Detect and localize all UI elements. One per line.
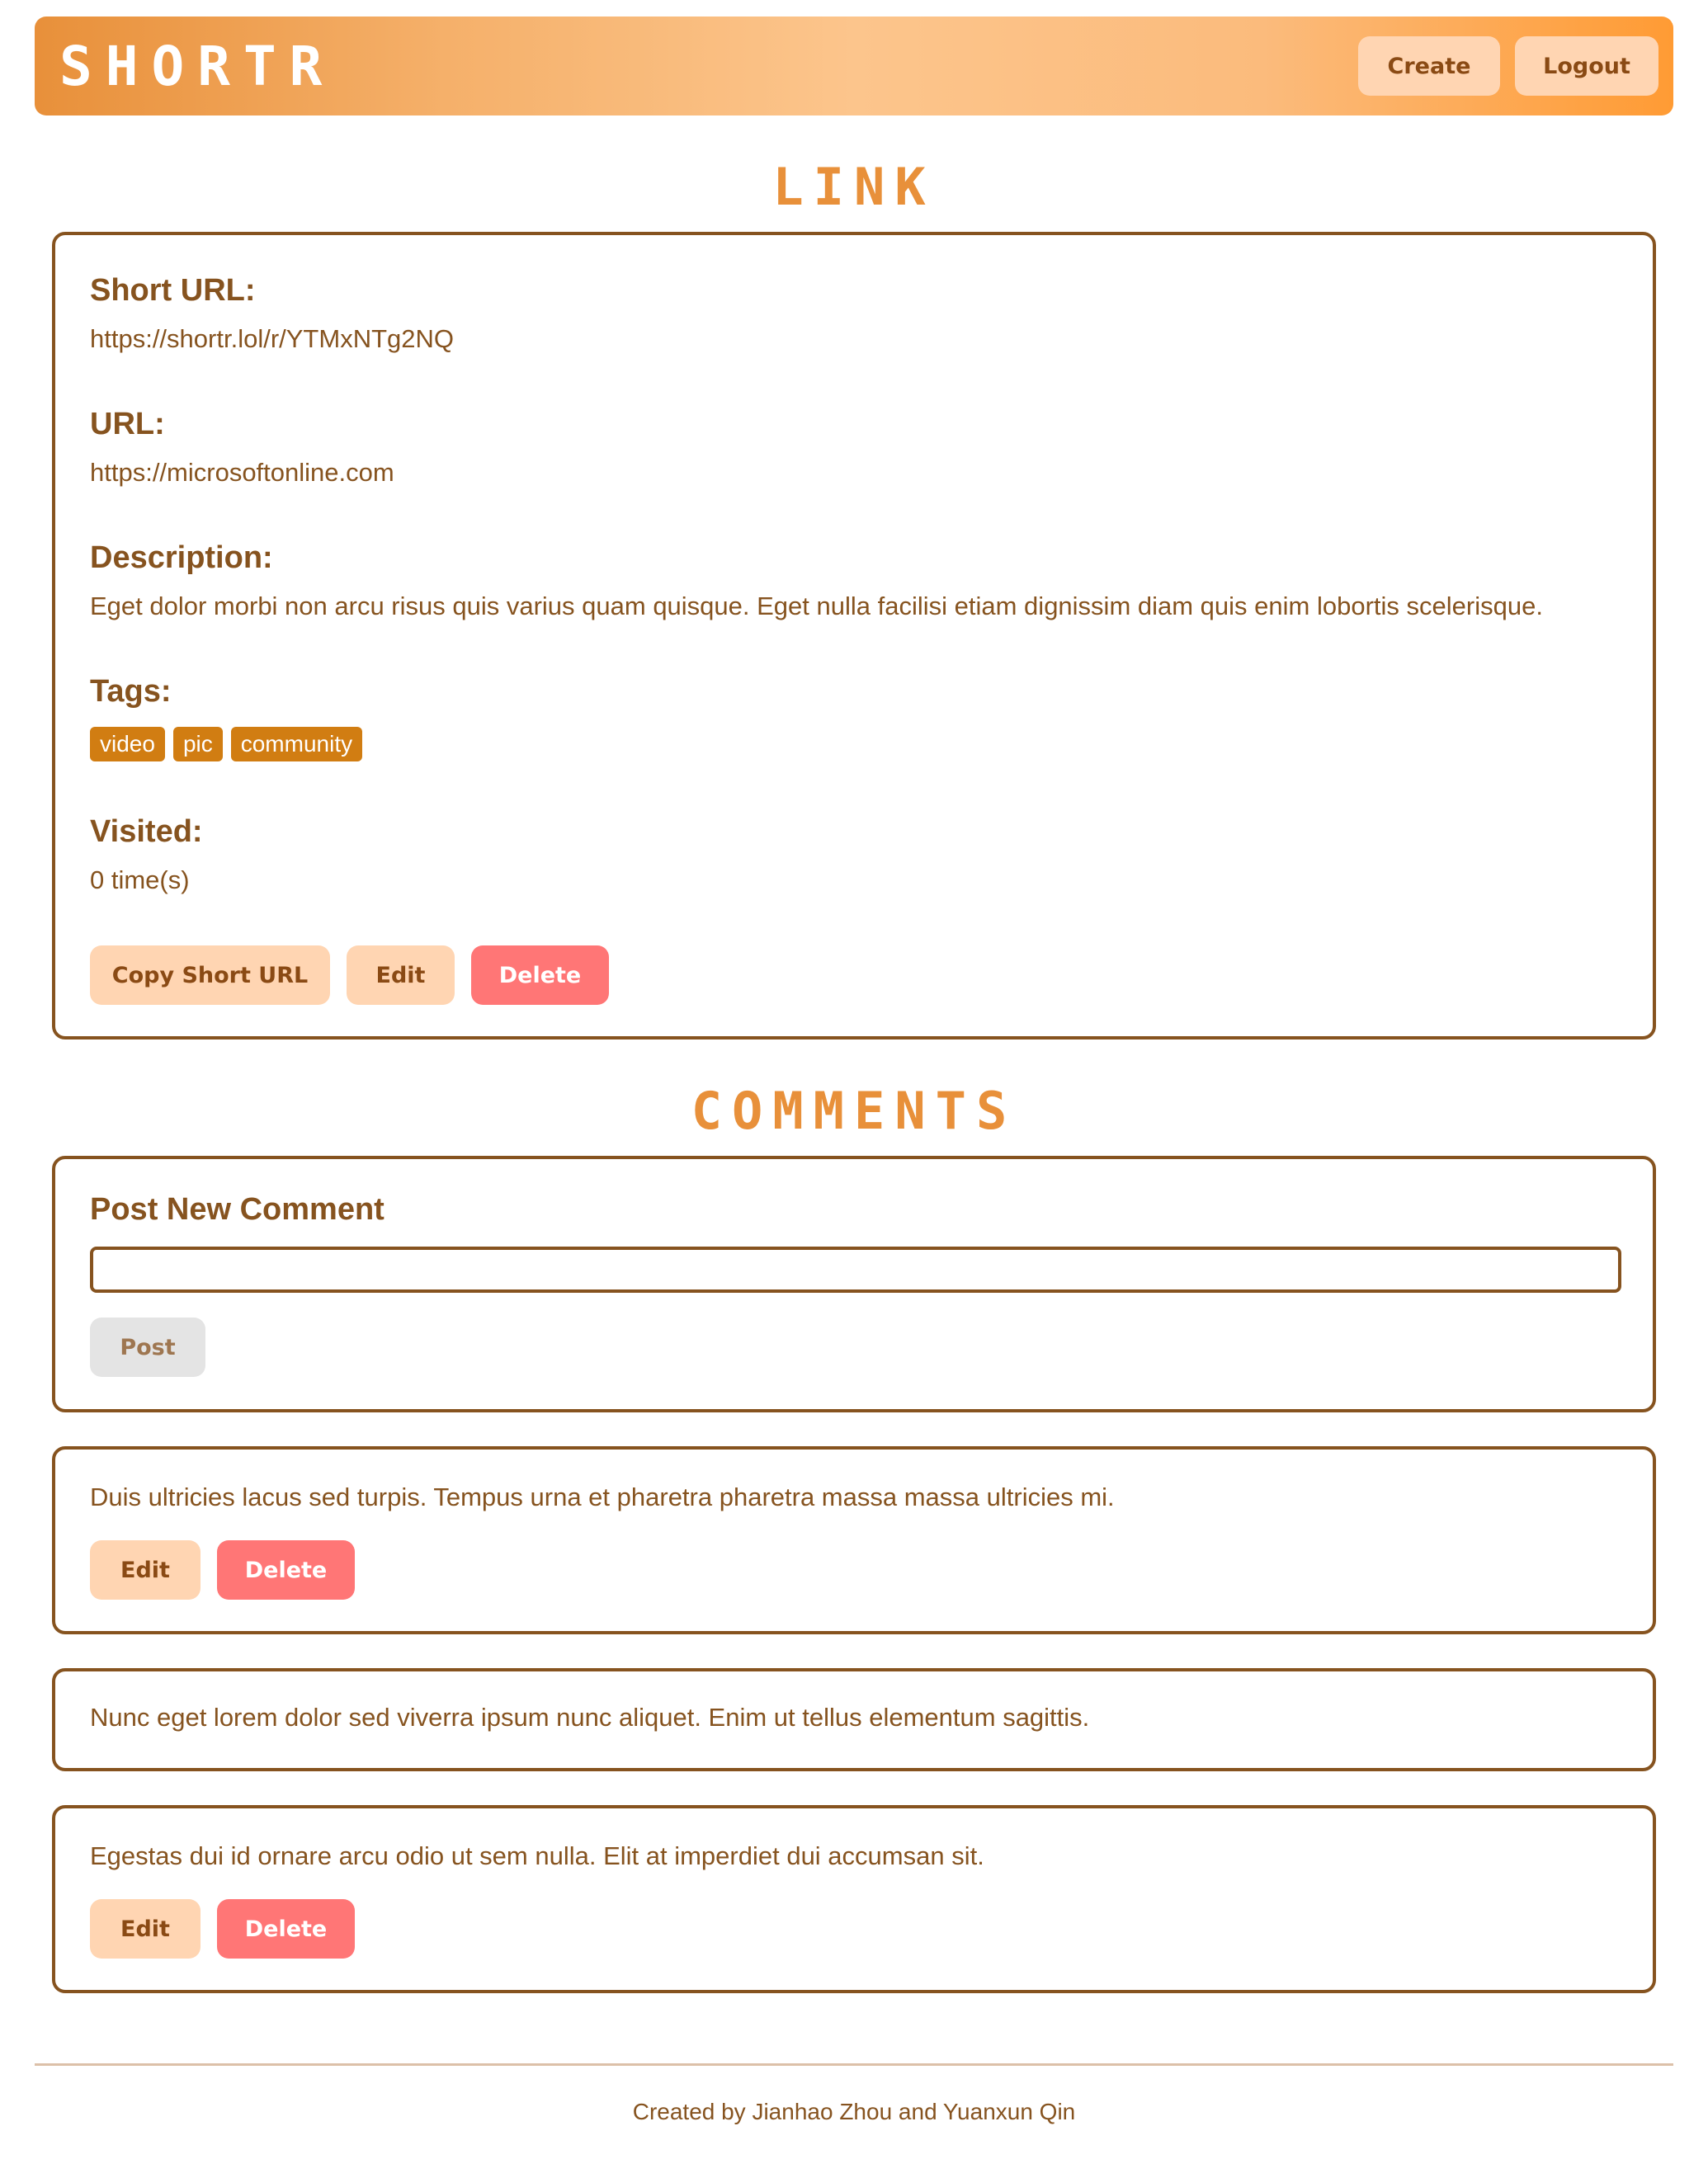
- url-label: URL:: [90, 407, 165, 441]
- edit-comment-button[interactable]: Edit: [90, 1899, 201, 1959]
- description-value: Eget dolor morbi non arcu risus quis var…: [90, 592, 1543, 620]
- link-section-title: LINK: [772, 157, 936, 217]
- footer-divider: [35, 2063, 1673, 2066]
- short-url-value: https://shortr.lol/r/YTMxNTg2NQ: [90, 324, 454, 353]
- comment-item: Duis ultricies lacus sed turpis. Tempus …: [52, 1446, 1656, 1634]
- new-comment-card: Post New Comment Post: [52, 1156, 1656, 1412]
- logout-button[interactable]: Logout: [1515, 36, 1658, 96]
- comment-input[interactable]: [90, 1247, 1621, 1293]
- edit-link-button[interactable]: Edit: [347, 945, 455, 1005]
- delete-comment-button[interactable]: Delete: [217, 1899, 355, 1959]
- edit-comment-button[interactable]: Edit: [90, 1540, 201, 1600]
- app-header: SHORTR Create Logout: [35, 16, 1673, 116]
- visited-label: Visited:: [90, 814, 203, 849]
- copy-short-url-button[interactable]: Copy Short URL: [90, 945, 330, 1005]
- comments-section-title: COMMENTS: [691, 1081, 1017, 1141]
- comment-text: Egestas dui id ornare arcu odio ut sem n…: [90, 1841, 984, 1870]
- comment-text: Nunc eget lorem dolor sed viverra ipsum …: [90, 1703, 1090, 1732]
- short-url-label: Short URL:: [90, 273, 256, 308]
- comment-text: Duis ultricies lacus sed turpis. Tempus …: [90, 1483, 1115, 1511]
- tags-label: Tags:: [90, 674, 172, 709]
- tag-list: video pic community: [90, 727, 363, 761]
- delete-link-button[interactable]: Delete: [471, 945, 609, 1005]
- comment-item: Egestas dui id ornare arcu odio ut sem n…: [52, 1805, 1656, 1993]
- tag-badge: pic: [172, 727, 223, 761]
- app-logo[interactable]: SHORTR: [59, 35, 335, 98]
- new-comment-heading: Post New Comment: [90, 1192, 385, 1227]
- description-label: Description:: [90, 540, 273, 575]
- visited-count: 0 time(s): [90, 865, 190, 894]
- comment-item: Nunc eget lorem dolor sed viverra ipsum …: [52, 1668, 1656, 1771]
- url-value: https://microsoftonline.com: [90, 458, 394, 487]
- delete-comment-button[interactable]: Delete: [217, 1540, 355, 1600]
- create-button[interactable]: Create: [1358, 36, 1500, 96]
- tag-badge: video: [90, 727, 165, 761]
- post-comment-button[interactable]: Post: [90, 1318, 205, 1377]
- footer-credits: Created by Jianhao Zhou and Yuanxun Qin: [632, 2099, 1076, 2124]
- tag-badge: community: [230, 727, 363, 761]
- link-details-card: Short URL: https://shortr.lol/r/YTMxNTg2…: [52, 232, 1656, 1040]
